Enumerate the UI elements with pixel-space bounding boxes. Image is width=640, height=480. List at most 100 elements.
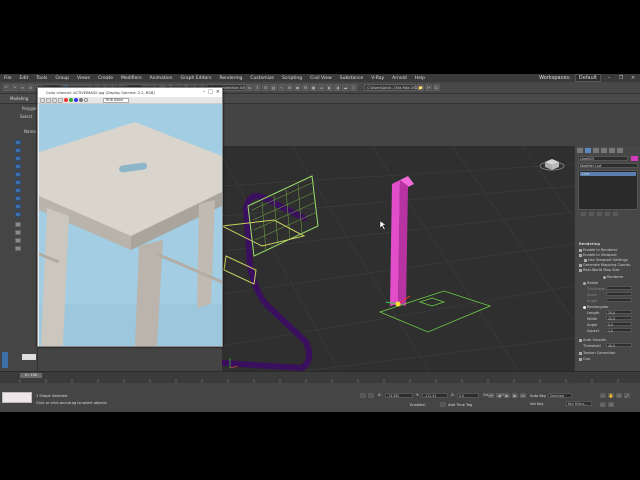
orbit-icon[interactable]: ⟲ <box>616 393 622 398</box>
threshold-field[interactable]: 40,0 <box>606 343 632 348</box>
workspace-dropdown[interactable]: Default <box>574 74 601 82</box>
blue-channel-icon[interactable] <box>74 98 78 102</box>
refresh-icon[interactable]: ⟳ <box>425 84 432 91</box>
clear-icon[interactable] <box>58 97 63 103</box>
maximize-icon[interactable]: □ <box>208 89 213 95</box>
zoom-icon[interactable]: ⌕ <box>600 393 606 398</box>
display-cameras-icon[interactable] <box>15 164 21 169</box>
alpha-channel-icon[interactable] <box>79 98 83 102</box>
enable-in-viewport-checkbox[interactable]: Enable In Viewport <box>579 253 617 257</box>
unlink-icon[interactable]: ⊘ <box>27 84 34 91</box>
explorer-selector[interactable] <box>22 354 36 360</box>
auto-smooth-checkbox[interactable]: Auto Smooth <box>579 338 606 342</box>
render-production-icon[interactable]: ☕ <box>318 84 325 91</box>
real-world-map-size-checkbox[interactable]: Real-World Map Size <box>579 268 619 272</box>
menu-item-views[interactable]: Views <box>73 76 94 81</box>
curve-editor-icon[interactable]: ∿ <box>278 84 285 91</box>
pin-stack-icon[interactable] <box>581 212 586 216</box>
undo-icon[interactable]: ↶ <box>3 84 10 91</box>
hierarchy-tab-icon[interactable] <box>593 148 599 153</box>
object-color-swatch[interactable] <box>631 156 638 161</box>
menu-item-edit[interactable]: Edit <box>16 76 33 81</box>
render-setup-icon[interactable]: ⚙ <box>302 84 309 91</box>
menu-item-scripting[interactable]: Scripting <box>278 76 306 81</box>
restore-app-icon[interactable]: ❐ <box>617 75 625 81</box>
x-coord-field[interactable]: -74,582 <box>385 393 413 398</box>
mono-icon[interactable] <box>84 98 88 102</box>
align-icon[interactable]: ⫴ <box>254 84 261 91</box>
modifier-list-dropdown[interactable]: Modifier List <box>578 163 638 168</box>
schematic-view-icon[interactable]: ⊞ <box>286 84 293 91</box>
minimize-app-icon[interactable]: – <box>605 75 613 81</box>
motion-tab-icon[interactable] <box>601 148 607 153</box>
set-key-button[interactable]: Set Key <box>530 402 544 406</box>
menu-item-arnold[interactable]: Arnold <box>388 76 411 81</box>
menu-item-customize[interactable]: Customize <box>246 76 278 81</box>
go-to-end-icon[interactable]: ⏭ <box>520 393 526 398</box>
material-editor-icon[interactable]: ◉ <box>294 84 301 91</box>
renderer-radio[interactable]: Renderer <box>603 275 623 279</box>
channel-display-dropdown[interactable]: RGB Alpha <box>103 97 129 103</box>
menu-item-tools[interactable]: Tools <box>32 76 51 81</box>
z-coord-field[interactable]: 0,0 <box>457 393 479 398</box>
rendered-frame-window-icon[interactable]: ▣ <box>310 84 317 91</box>
menu-item-modifiers[interactable]: Modifiers <box>117 76 146 81</box>
display-tab-icon[interactable] <box>609 148 615 153</box>
timeline[interactable]: 0 / 100 <box>0 371 640 383</box>
green-channel-icon[interactable] <box>69 98 73 102</box>
close-app-icon[interactable]: × <box>629 75 637 81</box>
project-folder-icon[interactable]: 📁 <box>417 84 424 91</box>
create-tab-icon[interactable] <box>577 148 583 153</box>
link-icon[interactable]: ∞ <box>19 84 26 91</box>
show-end-result-icon[interactable] <box>589 212 594 216</box>
display-all-icon[interactable] <box>15 238 21 243</box>
configure-sets-icon[interactable] <box>613 212 618 216</box>
width-field[interactable]: 20,0 <box>606 316 632 321</box>
sides-field[interactable] <box>606 292 632 296</box>
display-bones-icon[interactable] <box>15 204 21 209</box>
key-mode-dropdown[interactable]: Selected <box>548 393 572 398</box>
minimize-icon[interactable]: – <box>203 89 206 95</box>
project-path-dropdown[interactable]: C:\Users\Andr...\3ds Max 2021 <box>364 84 420 91</box>
angle-field[interactable] <box>606 298 632 302</box>
display-spacewarps-icon[interactable] <box>15 180 21 185</box>
torsion-correction-checkbox[interactable]: Torsion Correction <box>579 351 615 355</box>
y-coord-field[interactable]: -112,42 <box>422 393 448 398</box>
display-frozen-icon[interactable] <box>15 222 21 227</box>
generate-mapping-checkbox[interactable]: Generate Mapping Coords. <box>579 263 631 267</box>
length-field[interactable]: 20,0 <box>606 310 632 315</box>
object-name-field[interactable]: Line003 <box>578 156 628 161</box>
menu-item-create[interactable]: Create <box>94 76 117 81</box>
selected-box-object[interactable] <box>390 176 414 306</box>
menu-item-help[interactable]: Help <box>411 76 429 81</box>
render-active-icon[interactable]: ◐ <box>326 84 333 91</box>
menu-item-graph-editors[interactable]: Graph Editors <box>177 76 216 81</box>
utilities-tab-icon[interactable] <box>617 148 623 153</box>
time-tag-icon[interactable] <box>440 402 446 407</box>
play-icon[interactable]: ▶ <box>504 393 510 398</box>
go-to-start-icon[interactable]: ⏮ <box>488 393 494 398</box>
rect-angle-field[interactable]: 0,0 <box>606 322 632 327</box>
menu-item-substance[interactable]: Substance <box>336 76 368 81</box>
display-shapes-icon[interactable] <box>15 148 21 153</box>
use-viewport-settings-checkbox[interactable]: Use Viewport Settings <box>584 258 628 262</box>
zoom-extents-icon[interactable]: ⊡ <box>608 402 614 407</box>
ribbon-modeling-tab[interactable]: Modeling <box>10 96 28 101</box>
render-iterative-icon[interactable]: ◑ <box>334 84 341 91</box>
user-icon[interactable]: ☺ <box>433 84 440 91</box>
enable-in-renderer-checkbox[interactable]: Enable In Renderer <box>579 248 617 252</box>
toggle-ribbon-icon[interactable]: ▤ <box>270 84 277 91</box>
menu-item-group[interactable]: Group <box>51 76 73 81</box>
render-cloud-icon[interactable]: ☁ <box>342 84 349 91</box>
display-xrefs-icon[interactable] <box>15 196 21 201</box>
clone-window-icon[interactable] <box>46 97 51 103</box>
menu-item-v-ray[interactable]: V-Ray <box>367 76 388 81</box>
make-unique-icon[interactable] <box>597 212 602 216</box>
display-groups-icon[interactable] <box>15 188 21 193</box>
remove-modifier-icon[interactable] <box>605 212 610 216</box>
auto-key-button[interactable]: Auto Key <box>530 394 546 398</box>
thickness-field[interactable] <box>606 286 632 290</box>
red-channel-icon[interactable] <box>64 98 68 102</box>
display-hidden-icon[interactable] <box>15 230 21 235</box>
menu-item-file[interactable]: File <box>0 76 16 81</box>
